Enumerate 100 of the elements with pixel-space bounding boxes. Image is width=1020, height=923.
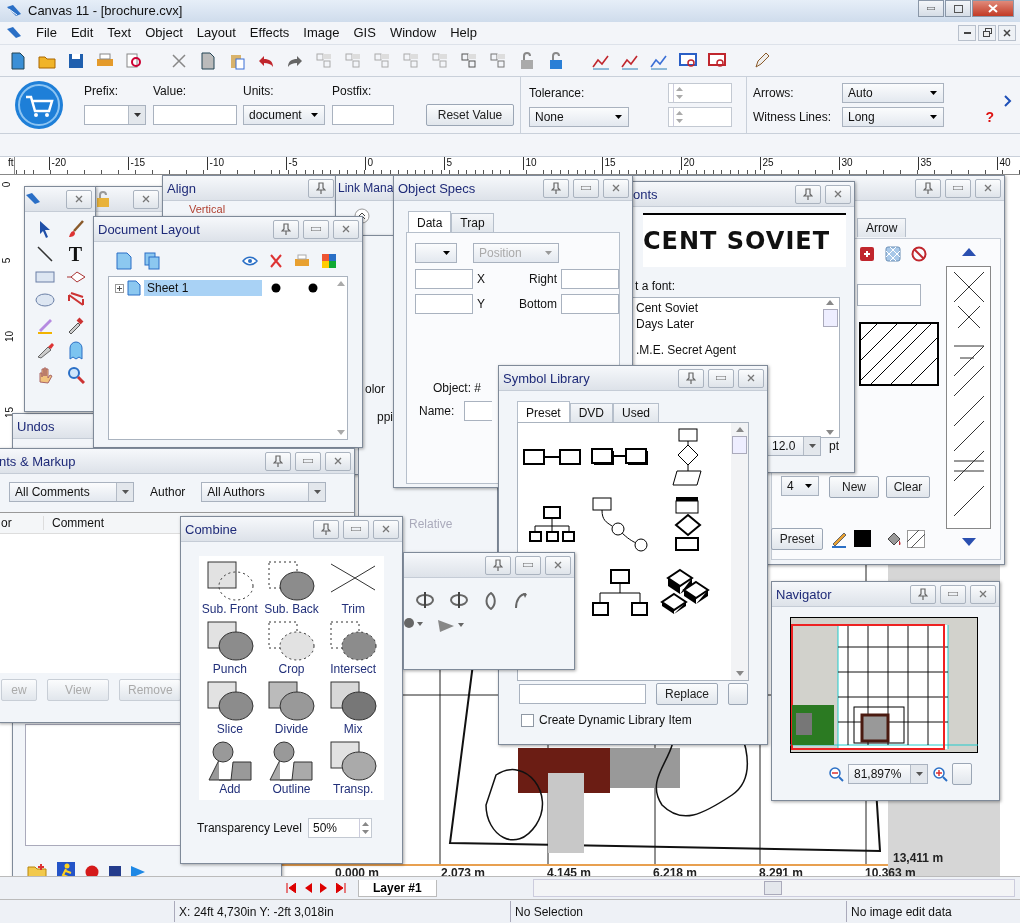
field-label: Author: [150, 485, 186, 500]
combine-option[interactable]: Divide: [260, 680, 323, 737]
ruler-label: -10: [206, 157, 286, 171]
field-label: Witness Lines:: [753, 110, 833, 125]
ruler-label: 35: [917, 157, 997, 171]
combine-option[interactable]: Outline: [260, 740, 323, 797]
window-title: Canvas 11 - [brochure.cvx]: [28, 3, 184, 19]
panel-title: Combine: [185, 521, 238, 537]
ruler-label: 0: [364, 157, 444, 171]
field-label: Transparency Level: [197, 821, 302, 836]
field-label: Postfix:: [332, 84, 373, 99]
ruler-label: 5: [1, 257, 13, 264]
ruler-label: 25: [759, 157, 839, 171]
menu-item[interactable]: Text: [107, 25, 132, 41]
units-dropdown[interactable]: document: [243, 105, 325, 126]
combine-option[interactable]: Crop: [260, 620, 323, 677]
ruler-label: 20: [680, 157, 760, 171]
menu-item[interactable]: Object: [145, 25, 183, 41]
combine-option[interactable]: Sub. Front: [199, 560, 261, 617]
ruler-label: 40: [996, 157, 1020, 171]
unit-label: ppi: [377, 410, 393, 425]
tab[interactable]: Preset: [517, 401, 570, 423]
status-text: No Selection: [510, 901, 846, 923]
tab[interactable]: DVD: [569, 403, 614, 423]
panel-title: Link Mana: [338, 181, 394, 196]
ruler-label: -5: [285, 157, 365, 171]
font-item[interactable]: Days Later: [636, 317, 839, 332]
panel-title: Undos: [17, 418, 55, 434]
section-heading: Vertical: [189, 203, 226, 216]
menu-item[interactable]: GIS: [353, 25, 376, 41]
menu-item[interactable]: Layout: [196, 25, 236, 41]
checkbox-label: Create Dynamic Library Item: [539, 713, 692, 728]
ruler-label: -20: [48, 157, 128, 171]
replace-button[interactable]: Replace: [656, 683, 718, 706]
help-button[interactable]: ?: [985, 109, 994, 126]
combine-option[interactable]: Punch: [199, 620, 261, 677]
tree-item[interactable]: Sheet 1: [144, 280, 262, 297]
tab[interactable]: Data: [408, 211, 452, 233]
ruler-label: 30: [838, 157, 918, 171]
menu-item[interactable]: Effects: [249, 25, 290, 41]
field-label: X: [477, 272, 486, 287]
field-label: Y: [477, 297, 486, 312]
field-label: Object: #: [433, 381, 482, 396]
ruler-label: 0: [1, 181, 13, 188]
combine-option[interactable]: Sub. Back: [260, 560, 323, 617]
comment-filter-dropdown[interactable]: All Comments: [9, 482, 134, 503]
panel-title: onts: [633, 186, 658, 202]
field-label: Tolerance:: [529, 86, 586, 101]
panel-title: Symbol Library: [503, 370, 590, 386]
field-label: Arrows:: [753, 86, 795, 101]
menu-item[interactable]: Image: [303, 25, 340, 41]
font-prompt: t a font:: [635, 279, 677, 294]
witness-lines-dropdown[interactable]: Long: [842, 107, 944, 128]
font-preview: CENT SOVIET: [643, 213, 846, 268]
column-header[interactable]: or: [0, 516, 44, 531]
font-size-dropdown[interactable]: 12.0: [766, 436, 821, 457]
tab[interactable]: Arrow: [857, 218, 907, 238]
author-dropdown[interactable]: All Authors: [201, 482, 327, 503]
field-label: Prefix:: [84, 84, 119, 99]
preset-button[interactable]: Preset: [771, 528, 823, 551]
section-label: olor: [365, 382, 385, 397]
combine-option[interactable]: Add: [199, 740, 261, 797]
font-item[interactable]: .M.E. Secret Agent: [636, 343, 839, 358]
column-header[interactable]: Comment: [44, 516, 104, 531]
panel-title: Document Layout: [98, 221, 200, 237]
combine-option[interactable]: Transp.: [322, 740, 384, 797]
ruler-label: -15: [127, 157, 207, 171]
unit-label: pt: [829, 439, 839, 454]
panel-title: Object Specs: [398, 180, 476, 196]
new-button[interactable]: New: [829, 476, 879, 499]
panel-title: Align: [167, 180, 196, 196]
layer-tab[interactable]: Layer #1: [358, 879, 437, 897]
combine-option[interactable]: Intersect: [322, 620, 384, 677]
arrows-dropdown[interactable]: Auto: [842, 83, 944, 104]
tolerance-dropdown[interactable]: None: [529, 107, 629, 128]
field-label: Name:: [419, 404, 455, 419]
tab[interactable]: Trap: [451, 213, 494, 233]
transparency-spinner[interactable]: 50%: [307, 818, 372, 839]
status-text: X: 24ft 4,730in Y: -2ft 3,018in: [174, 901, 510, 923]
menu-item[interactable]: File: [36, 25, 57, 41]
zoom-dropdown[interactable]: 81,897%: [848, 764, 928, 785]
count-dropdown[interactable]: 4: [781, 476, 819, 497]
text-tool[interactable]: T: [68, 244, 83, 265]
combine-option[interactable]: Trim: [322, 560, 384, 617]
menu-item[interactable]: Edit: [70, 25, 94, 41]
panel-title: Navigator: [776, 586, 832, 602]
combine-option[interactable]: Slice: [199, 680, 261, 737]
combine-option[interactable]: Mix: [322, 680, 384, 737]
tab[interactable]: Used: [613, 403, 660, 423]
font-item[interactable]: Cent Soviet: [636, 301, 839, 316]
clear-button[interactable]: Clear: [886, 476, 930, 499]
field-label: Bottom: [518, 297, 557, 312]
reset-value-button[interactable]: Reset Value: [426, 104, 514, 127]
menu-item[interactable]: Help: [450, 25, 477, 41]
status-text: No image edit data: [846, 901, 1020, 923]
panel-title: nts & Markup: [0, 453, 76, 469]
menu-item[interactable]: Window: [389, 25, 437, 41]
field-label: Right: [528, 272, 557, 287]
field-label: Units:: [243, 84, 275, 99]
ruler-label: 5: [443, 157, 523, 171]
